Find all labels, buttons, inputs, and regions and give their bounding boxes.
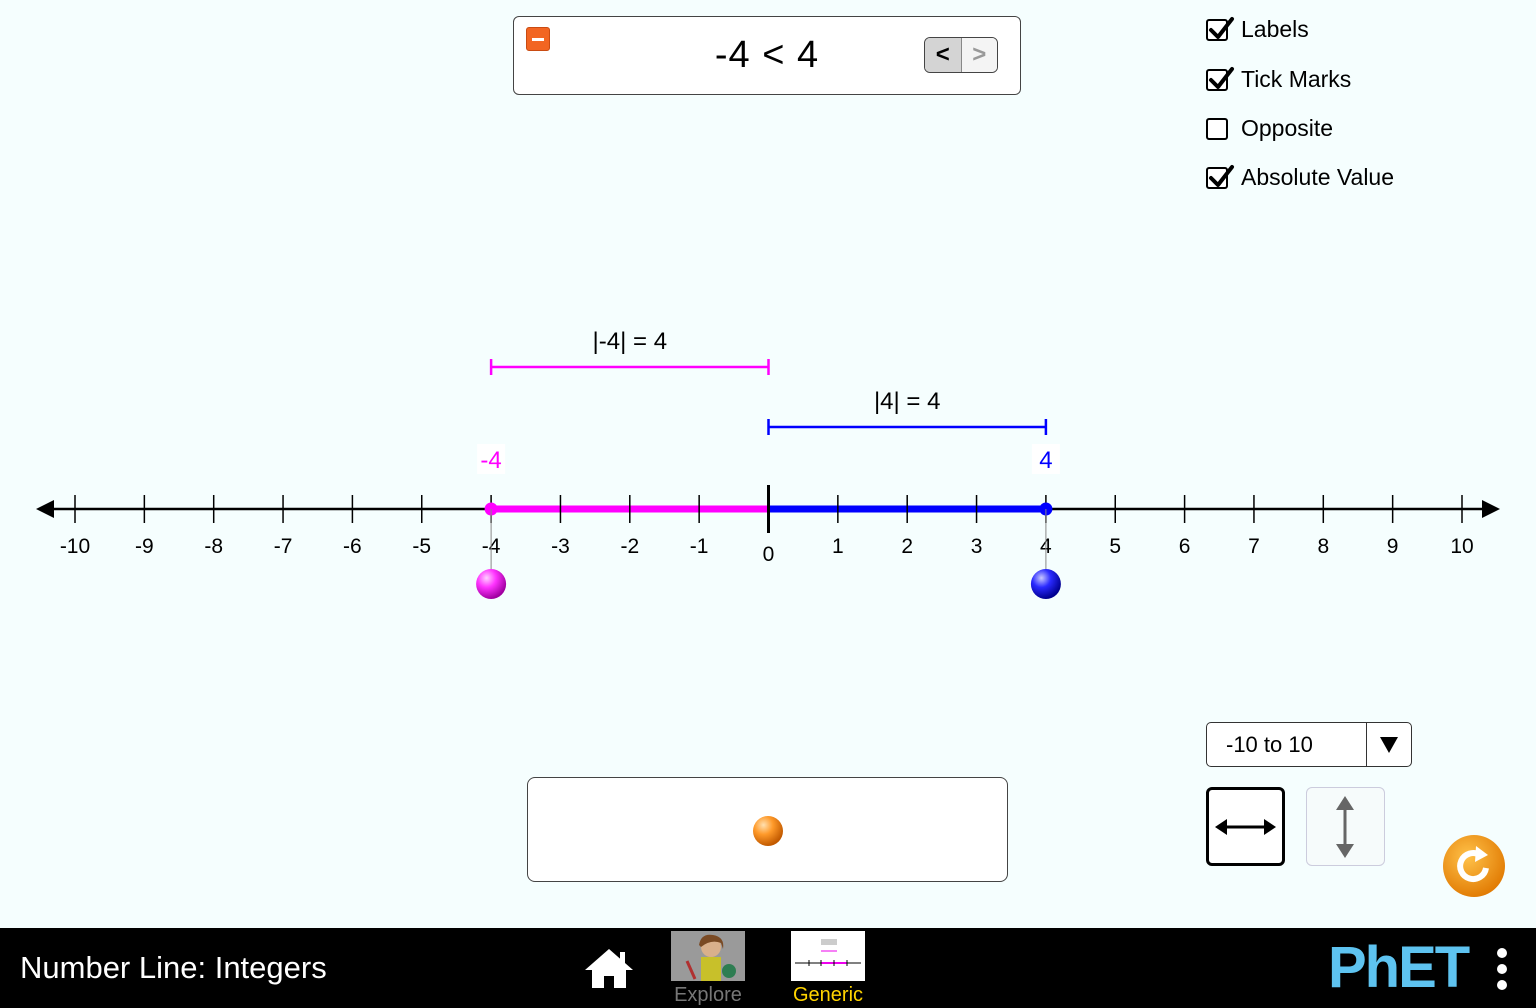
tick-label: 8: [1317, 535, 1329, 558]
tick-label: -8: [204, 535, 223, 558]
tick-label: -7: [274, 535, 293, 558]
point-sphere: [476, 569, 507, 599]
generic-screen-icon: [791, 931, 865, 981]
point-label: -4: [480, 447, 501, 474]
range-select[interactable]: -10 to 10: [1206, 722, 1412, 767]
point-label: 4: [1039, 447, 1052, 474]
horizontal-orientation-button[interactable]: [1206, 787, 1285, 866]
point-toolbox: [527, 777, 1008, 882]
orange-point-sphere[interactable]: [751, 814, 785, 848]
point-sphere: [1030, 569, 1061, 599]
dropdown-arrow-icon[interactable]: [1366, 723, 1411, 766]
navigation-bar: Number Line: Integers Explore Generic Ph…: [0, 928, 1536, 1008]
menu-dots-icon[interactable]: [1494, 946, 1510, 992]
absolute-value-label: |4| = 4: [874, 388, 941, 415]
tick-label: -2: [620, 535, 639, 558]
tab-explore-label: Explore: [674, 984, 742, 1006]
reset-all-icon[interactable]: [1442, 834, 1506, 898]
absolute-value-label: |-4| = 4: [593, 328, 668, 355]
explore-screen-icon: [671, 931, 745, 981]
tick-label: 10: [1450, 535, 1473, 558]
tick-label: -3: [551, 535, 570, 558]
vertical-arrow-icon: [1336, 796, 1354, 858]
tick-label: 9: [1387, 535, 1399, 558]
tick-label: 6: [1179, 535, 1191, 558]
tick-label: -5: [412, 535, 431, 558]
sim-title: Number Line: Integers: [20, 950, 327, 985]
home-icon[interactable]: [583, 946, 635, 990]
vertical-orientation-button[interactable]: [1306, 787, 1385, 866]
tab-generic[interactable]: Generic: [790, 931, 866, 1007]
tick-label: 1: [832, 535, 844, 558]
range-select-value: -10 to 10: [1226, 731, 1313, 757]
tick-label: -1: [690, 535, 709, 558]
tick-label: 5: [1109, 535, 1121, 558]
tab-generic-label: Generic: [792, 984, 864, 1006]
tick-label: -6: [343, 535, 362, 558]
tick-label: -9: [135, 535, 154, 558]
left-arrow-icon: [36, 500, 54, 518]
horizontal-arrow-icon: [1215, 819, 1276, 835]
tick-label: 7: [1248, 535, 1260, 558]
tick-label: -10: [60, 535, 90, 558]
tick-label: 0: [763, 543, 775, 566]
tab-explore[interactable]: Explore: [670, 931, 746, 1007]
right-arrow-icon: [1482, 500, 1500, 518]
tick-label: 3: [971, 535, 983, 558]
phet-logo[interactable]: PhET: [1328, 938, 1470, 998]
tick-label: 2: [901, 535, 913, 558]
